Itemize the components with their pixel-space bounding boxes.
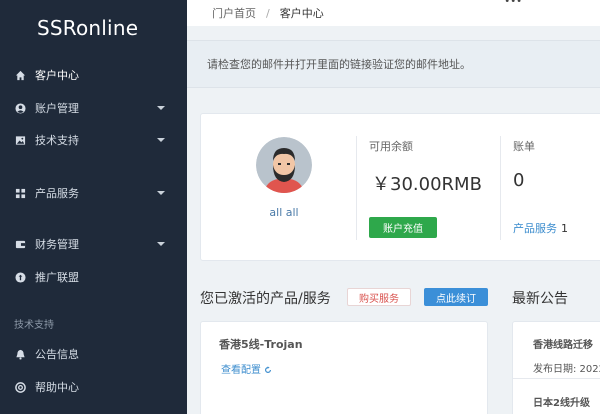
chevron-down-icon: [157, 191, 165, 195]
chevron-down-icon: [157, 242, 165, 246]
sidebar-item-finance[interactable]: 财务管理: [0, 232, 187, 256]
sidebar-item-products[interactable]: 产品服务: [0, 181, 187, 205]
sidebar-item-label: 帮助中心: [35, 381, 79, 394]
avatar: [256, 137, 312, 193]
balance-label: 可用余额: [369, 140, 413, 153]
sidebar-item-label: 产品服务: [35, 187, 79, 200]
buy-service-button[interactable]: 购买服务: [347, 288, 411, 306]
breadcrumb-separator: /: [266, 6, 270, 20]
sidebar-item-label: 客户中心: [35, 69, 79, 82]
grid-icon: [14, 187, 26, 199]
brand-logo[interactable]: SSRonline: [0, 0, 187, 55]
sidebar-item-help[interactable]: 帮助中心: [0, 375, 187, 399]
email-verify-notice: 请检查您的邮件并打开里面的链接验证您的邮件地址。: [187, 40, 600, 88]
sidebar-item-label: 推广联盟: [35, 271, 79, 284]
sidebar-section-heading: 技术支持: [14, 320, 54, 331]
help-circle-icon: [14, 381, 26, 393]
product-card: 香港5线-Trojan 查看配置: [200, 321, 488, 414]
sidebar-item-label: 技术支持: [35, 134, 79, 147]
product-count: 1: [561, 222, 568, 235]
breadcrumb-current: 客户中心: [279, 7, 324, 20]
sidebar-item-affiliate[interactable]: 推广联盟: [0, 265, 187, 289]
product-services-summary: 产品服务 1: [513, 220, 568, 236]
sidebar: SSRonline 客户中心 账户管理 技术支持 产品服务 财务管理 推广联盟 …: [0, 0, 187, 414]
user-name: all all: [269, 206, 299, 219]
gift-icon: [14, 271, 26, 283]
product-services-link[interactable]: 产品服务: [513, 222, 557, 235]
sidebar-item-account[interactable]: 账户管理: [0, 96, 187, 120]
breadcrumb-home-link[interactable]: 门户首页: [212, 5, 256, 21]
view-config-label: 查看配置: [221, 365, 261, 376]
divider: [500, 136, 501, 240]
breadcrumb: 门户首页 / 客户中心 •••: [187, 0, 600, 26]
sidebar-item-client-center[interactable]: 客户中心: [0, 63, 187, 87]
profile-column: all all: [201, 114, 356, 260]
product-name: 香港5线-Trojan: [219, 338, 303, 351]
balance-value: ￥30.00RMB: [372, 174, 482, 195]
sidebar-item-label: 财务管理: [35, 238, 79, 251]
divider: [513, 378, 600, 379]
bill-label: 账单: [513, 140, 535, 153]
chevron-down-icon: [157, 138, 165, 142]
news-item-date: 发布日期: 2022-: [533, 364, 600, 375]
bill-count: 0: [513, 170, 525, 191]
active-products-title: 您已激活的产品/服务: [200, 291, 331, 307]
sidebar-item-announcements[interactable]: 公告信息: [0, 342, 187, 366]
account-summary-card: all all 可用余额 ￥30.00RMB 账户充值 账单 0 产品服务 1: [200, 113, 600, 261]
sidebar-item-label: 账户管理: [35, 102, 79, 115]
user-circle-icon: [14, 102, 26, 114]
sidebar-item-tech-support[interactable]: 技术支持: [0, 128, 187, 152]
bell-icon: [14, 348, 26, 360]
renew-button[interactable]: 点此续订: [424, 288, 488, 306]
more-icon[interactable]: •••: [504, 0, 522, 7]
view-config-link[interactable]: 查看配置: [221, 361, 272, 376]
home-icon: [14, 69, 26, 81]
refresh-icon: [265, 366, 272, 373]
wallet-icon: [14, 238, 26, 250]
image-icon: [14, 134, 26, 146]
recharge-button[interactable]: 账户充值: [369, 217, 437, 238]
news-card: 香港线路迁移 发布日期: 2022- 日本2线升级: [512, 321, 600, 414]
news-item-title[interactable]: 日本2线升级: [533, 394, 590, 409]
news-item-title[interactable]: 香港线路迁移: [533, 336, 593, 351]
news-title: 最新公告: [512, 291, 568, 307]
chevron-down-icon: [157, 106, 165, 110]
sidebar-item-label: 公告信息: [35, 348, 79, 361]
divider: [356, 136, 357, 240]
